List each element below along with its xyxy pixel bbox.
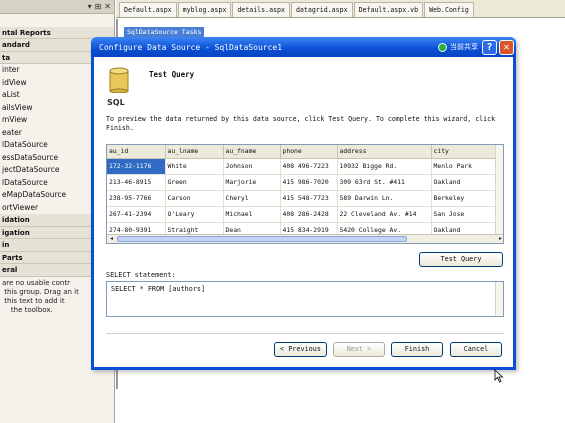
column-header[interactable]: address bbox=[337, 145, 432, 159]
table-cell[interactable]: Michael bbox=[223, 206, 281, 223]
table-cell[interactable]: Johnson bbox=[223, 158, 281, 175]
dialog-title-bar[interactable]: Configure Data Source - SqlDataSource1 当… bbox=[91, 37, 516, 57]
tab-default-aspx-vb[interactable]: Default.aspx.vb bbox=[353, 2, 424, 17]
column-header[interactable]: city bbox=[431, 145, 500, 159]
table-cell[interactable]: 10932 Bigge Rd. bbox=[337, 158, 432, 175]
tab-details-aspx[interactable]: details.aspx bbox=[232, 2, 290, 17]
document-tab-strip: Default.aspx myblog.aspx details.aspx da… bbox=[116, 0, 565, 18]
wizard-instructions: To preview the data returned by this dat… bbox=[106, 115, 496, 132]
ime-label: 当前共享 bbox=[450, 43, 478, 51]
wizard-step-title: Test Query bbox=[149, 70, 195, 79]
table-cell[interactable]: White bbox=[165, 158, 224, 175]
table-row[interactable]: 172-32-1176 White Johnson 408 496-7223 10932… bbox=[107, 158, 500, 175]
table-cell[interactable]: 415 548-7723 bbox=[280, 190, 338, 207]
table-row[interactable]: 267-41-2394 O'Leary Michael 408 286-2428 22 … bbox=[107, 206, 500, 223]
test-query-button[interactable]: Test Query bbox=[419, 252, 503, 267]
tab-default-aspx[interactable]: Default.aspx bbox=[119, 2, 177, 17]
table-cell[interactable]: Marjorie bbox=[223, 174, 281, 191]
tab-myblog-aspx[interactable]: myblog.aspx bbox=[177, 2, 232, 17]
tab-web-config[interactable]: Web.Config bbox=[424, 2, 474, 17]
query-results-grid[interactable]: au_id au_lname au_fname phone address ci… bbox=[106, 144, 504, 244]
table-cell[interactable]: 238-95-7766 bbox=[107, 190, 166, 207]
tab-datagrid-aspx[interactable]: datagrid.aspx bbox=[290, 2, 353, 17]
sql-vertical-scrollbar[interactable] bbox=[495, 282, 503, 316]
table-row[interactable]: 213-46-8915 Green Marjorie 415 986-7020 309 … bbox=[107, 174, 500, 191]
pin-icon[interactable]: ⊞ bbox=[95, 2, 102, 11]
cancel-button[interactable]: Cancel bbox=[450, 342, 502, 357]
grid-horizontal-scrollbar[interactable]: ◂ ▸ bbox=[107, 234, 503, 243]
ime-indicator[interactable]: 当前共享 bbox=[438, 42, 478, 52]
dropdown-icon[interactable]: ▾ bbox=[88, 2, 92, 11]
previous-button[interactable]: < Previous bbox=[274, 342, 327, 357]
ime-status-icon bbox=[438, 42, 447, 52]
table-cell[interactable]: O'Leary bbox=[165, 206, 224, 223]
toolbox-header: ▾ ⊞ ✕ bbox=[0, 0, 114, 14]
close-button[interactable]: ✕ bbox=[499, 39, 514, 55]
column-header[interactable]: au_fname bbox=[223, 145, 281, 159]
configure-data-source-dialog: Configure Data Source - SqlDataSource1 当… bbox=[91, 37, 516, 383]
text-cursor-icon bbox=[494, 369, 504, 383]
table-cell[interactable]: 589 Darwin Ln. bbox=[337, 190, 432, 207]
table-cell[interactable]: Oakland bbox=[431, 174, 500, 191]
dialog-separator bbox=[106, 333, 504, 334]
table-cell[interactable]: Berkeley bbox=[431, 190, 500, 207]
dialog-title: Configure Data Source - SqlDataSource1 bbox=[99, 42, 283, 52]
next-button[interactable]: Next > bbox=[333, 342, 385, 357]
help-button[interactable]: ? bbox=[482, 39, 497, 55]
table-cell[interactable]: Cheryl bbox=[223, 190, 281, 207]
table-cell[interactable]: Green bbox=[165, 174, 224, 191]
database-icon-label: SQL bbox=[107, 98, 125, 107]
table-cell[interactable]: 267-41-2394 bbox=[107, 206, 166, 223]
table-cell[interactable]: 408 286-2428 bbox=[280, 206, 338, 223]
close-icon[interactable]: ✕ bbox=[104, 2, 111, 11]
select-statement-label: SELECT statement: bbox=[106, 271, 176, 279]
table-row[interactable]: 238-95-7766 Carson Cheryl 415 548-7723 589 D… bbox=[107, 190, 500, 207]
scroll-left-icon[interactable]: ◂ bbox=[107, 235, 116, 243]
table-cell[interactable]: 415 986-7020 bbox=[280, 174, 338, 191]
select-statement-box[interactable]: SELECT * FROM [authors] bbox=[106, 281, 504, 317]
column-header[interactable]: au_lname bbox=[165, 145, 224, 159]
finish-button[interactable]: Finish bbox=[391, 342, 443, 357]
table-cell[interactable]: 309 63rd St. #411 bbox=[337, 174, 432, 191]
database-icon bbox=[109, 67, 129, 93]
scroll-thumb[interactable] bbox=[117, 236, 407, 242]
table-cell[interactable]: Menlo Park bbox=[431, 158, 500, 175]
table-cell[interactable]: 22 Cleveland Av. #14 bbox=[337, 206, 432, 223]
select-statement-text: SELECT * FROM [authors] bbox=[111, 285, 206, 293]
table-cell[interactable]: Carson bbox=[165, 190, 224, 207]
dialog-body: SQL Test Query To preview the data retur… bbox=[94, 57, 513, 383]
column-header[interactable]: au_id bbox=[107, 145, 166, 159]
table-cell[interactable]: San Jose bbox=[431, 206, 500, 223]
grid-vertical-scrollbar[interactable] bbox=[495, 145, 503, 235]
grid-header-row: au_id au_lname au_fname phone address ci… bbox=[107, 145, 500, 159]
table-cell[interactable]: 408 496-7223 bbox=[280, 158, 338, 175]
scroll-right-icon[interactable]: ▸ bbox=[496, 235, 503, 243]
table-cell[interactable]: 172-32-1176 bbox=[107, 158, 166, 175]
toolbox-item[interactable] bbox=[0, 14, 114, 27]
table-cell[interactable]: 213-46-8915 bbox=[107, 174, 166, 191]
column-header[interactable]: phone bbox=[280, 145, 338, 159]
